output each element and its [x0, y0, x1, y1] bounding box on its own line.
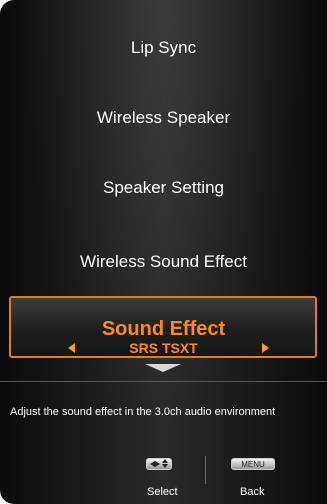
navigation-keys-icon	[146, 458, 172, 470]
chevron-right-icon[interactable]	[262, 343, 269, 353]
help-text: Adjust the sound effect in the 3.0ch aud…	[10, 406, 276, 418]
back-hint-label: Back	[240, 486, 265, 498]
menu-item-lip-sync[interactable]: Lip Sync	[0, 38, 327, 58]
settings-panel: Lip Sync Wireless Speaker Speaker Settin…	[0, 0, 327, 504]
menu-key-icon: MENU	[231, 458, 275, 470]
selected-item-value: SRS TSXT	[129, 340, 198, 356]
chevron-left-icon[interactable]	[68, 343, 75, 353]
selected-item-title: Sound Effect	[101, 318, 226, 340]
menu-item-wireless-sound-effect[interactable]: Wireless Sound Effect	[0, 252, 327, 272]
menu-item-speaker-setting[interactable]: Speaker Setting	[0, 178, 327, 198]
scroll-down-icon[interactable]	[145, 364, 181, 372]
select-hint-label: Select	[147, 486, 178, 498]
divider	[0, 381, 327, 382]
hint-separator	[205, 456, 206, 484]
menu-item-wireless-speaker[interactable]: Wireless Speaker	[0, 108, 327, 128]
